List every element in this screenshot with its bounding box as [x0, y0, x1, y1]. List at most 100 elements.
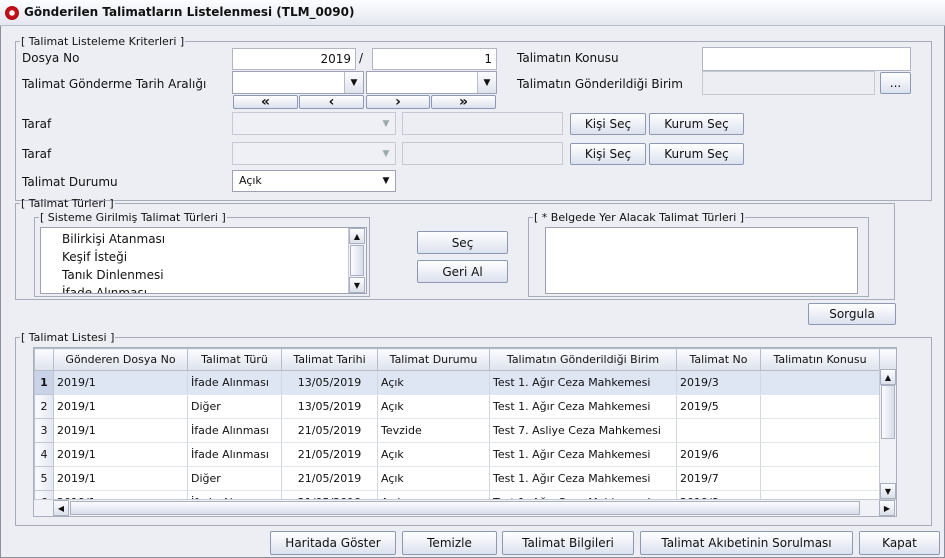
- kisi-sec-button-2[interactable]: Kişi Seç: [570, 143, 646, 165]
- system-types-scrollbar[interactable]: ▲ ▼: [348, 228, 366, 293]
- kisi-sec-button-1[interactable]: Kişi Seç: [570, 113, 646, 135]
- cell-birim[interactable]: Test 1. Ağır Ceza Mahkemesi: [489, 442, 677, 467]
- haritada-goster-button[interactable]: Haritada Göster: [270, 531, 396, 555]
- konusu-input[interactable]: [702, 47, 911, 71]
- table-vertical-scrollbar[interactable]: ▲ ▼: [879, 369, 896, 499]
- system-type-item[interactable]: İfade Alınması: [57, 284, 165, 293]
- table-row[interactable]: 1 2019/1 İfade Alınması 13/05/2019 Açık Test …: [34, 370, 896, 395]
- cell-no[interactable]: 2019/5: [676, 394, 761, 419]
- cell-tur[interactable]: İfade Alınması: [187, 370, 282, 395]
- nav-last-button[interactable]: »: [431, 94, 496, 110]
- talimat-bilgileri-button[interactable]: Talimat Bilgileri: [502, 531, 634, 555]
- cell-durum[interactable]: Açık: [377, 394, 490, 419]
- cell-no[interactable]: 2019/6: [676, 442, 761, 467]
- table-row[interactable]: 4 2019/1 İfade Alınması 21/05/2019 Açık Test …: [34, 442, 896, 467]
- column-header[interactable]: Talimat Tarihi: [281, 348, 378, 371]
- header-spacer: [879, 348, 896, 371]
- chevron-down-icon[interactable]: ▼: [344, 72, 363, 93]
- cell-tur[interactable]: Diğer: [187, 394, 282, 419]
- cell-no[interactable]: [676, 418, 761, 443]
- geri-al-button[interactable]: Geri Al: [417, 260, 508, 283]
- akibet-sorulmasi-button[interactable]: Talimat Akıbetinin Sorulması: [640, 531, 853, 555]
- scroll-left-icon[interactable]: ◀: [53, 500, 69, 516]
- scroll-right-icon[interactable]: ▶: [879, 500, 895, 516]
- cell-tarih[interactable]: 13/05/2019: [281, 370, 378, 395]
- scroll-up-icon[interactable]: ▲: [880, 369, 896, 385]
- types-legend: [ Talimat Türleri ]: [21, 197, 114, 210]
- system-type-item[interactable]: Bilirkişi Atanması: [57, 230, 165, 248]
- cell-no[interactable]: 2019/3: [676, 370, 761, 395]
- cell-birim[interactable]: Test 1. Ağır Ceza Mahkemesi: [489, 466, 677, 491]
- cell-tur[interactable]: İfade Alınması: [187, 418, 282, 443]
- cell-birim[interactable]: Test 1. Ağır Ceza Mahkemesi: [489, 370, 677, 395]
- nav-prev-button[interactable]: ‹: [299, 94, 364, 110]
- scroll-thumb[interactable]: [881, 385, 895, 439]
- horizontal-scroll-thumb[interactable]: [70, 501, 860, 515]
- system-types-items: Bilirkişi Atanması Keşif İsteği Tanık Dinl…: [57, 230, 165, 293]
- row-number[interactable]: 3: [34, 418, 54, 443]
- cell-durum[interactable]: Açık: [377, 466, 490, 491]
- sec-button[interactable]: Seç: [417, 231, 508, 254]
- chevron-down-icon[interactable]: ▼: [477, 72, 496, 93]
- cell-konu[interactable]: [760, 466, 880, 491]
- temizle-button[interactable]: Temizle: [402, 531, 497, 555]
- column-header[interactable]: Talimat Durumu: [377, 348, 490, 371]
- cell-tur[interactable]: Diğer: [187, 466, 282, 491]
- system-type-item[interactable]: Keşif İsteği: [57, 248, 165, 266]
- cell-tarih[interactable]: 21/05/2019: [281, 466, 378, 491]
- row-number[interactable]: 5: [34, 466, 54, 491]
- cell-no[interactable]: 2019/7: [676, 466, 761, 491]
- scroll-thumb[interactable]: [350, 245, 364, 276]
- cell-tarih[interactable]: 13/05/2019: [281, 394, 378, 419]
- cell-dosya[interactable]: 2019/1: [53, 394, 188, 419]
- cell-durum[interactable]: Açık: [377, 442, 490, 467]
- dosya-yil-input[interactable]: 2019: [232, 48, 356, 70]
- cell-durum[interactable]: Tevzide: [377, 418, 490, 443]
- column-header[interactable]: Talimatın Konusu: [760, 348, 880, 371]
- column-header[interactable]: Talimat No: [676, 348, 761, 371]
- cell-dosya[interactable]: 2019/1: [53, 466, 188, 491]
- scroll-down-icon[interactable]: ▼: [880, 483, 896, 499]
- system-types-list[interactable]: Bilirkişi Atanması Keşif İsteği Tanık Dinl…: [40, 227, 367, 294]
- dosya-sira-input[interactable]: 1: [372, 48, 497, 70]
- cell-dosya[interactable]: 2019/1: [53, 418, 188, 443]
- cell-konu[interactable]: [760, 418, 880, 443]
- cell-tarih[interactable]: 21/05/2019: [281, 442, 378, 467]
- row-number[interactable]: 4: [34, 442, 54, 467]
- chevron-down-icon[interactable]: ▼: [377, 171, 395, 191]
- table-row[interactable]: 2 2019/1 Diğer 13/05/2019 Açık Test 1. Ağır C…: [34, 394, 896, 419]
- cell-durum[interactable]: Açık: [377, 370, 490, 395]
- table-horizontal-scrollbar[interactable]: ◀ ▶: [34, 499, 896, 516]
- durum-combo[interactable]: Açık ▼: [232, 170, 396, 192]
- tarih-baslangic-combo[interactable]: ▼: [232, 71, 364, 94]
- cell-tur[interactable]: İfade Alınması: [187, 442, 282, 467]
- kurum-sec-button-1[interactable]: Kurum Seç: [649, 113, 744, 135]
- cell-konu[interactable]: [760, 394, 880, 419]
- nav-next-button[interactable]: ›: [366, 94, 430, 110]
- table-row[interactable]: 3 2019/1 İfade Alınması 21/05/2019 Tevzide Te…: [34, 418, 896, 443]
- system-type-item[interactable]: Tanık Dinlenmesi: [57, 266, 165, 284]
- cell-birim[interactable]: Test 7. Asliye Ceza Mahkemesi: [489, 418, 677, 443]
- row-number[interactable]: 2: [34, 394, 54, 419]
- cell-birim[interactable]: Test 1. Ağır Ceza Mahkemesi: [489, 394, 677, 419]
- cell-konu[interactable]: [760, 442, 880, 467]
- kurum-sec-button-2[interactable]: Kurum Seç: [649, 143, 744, 165]
- cell-konu[interactable]: [760, 370, 880, 395]
- table-row[interactable]: 5 2019/1 Diğer 21/05/2019 Açık Test 1. Ağır C…: [34, 466, 896, 491]
- sorgula-button[interactable]: Sorgula: [808, 303, 896, 325]
- cell-dosya[interactable]: 2019/1: [53, 370, 188, 395]
- birim-select-button[interactable]: ...: [880, 72, 911, 94]
- kapat-button[interactable]: Kapat: [859, 531, 940, 555]
- document-types-list[interactable]: [545, 227, 858, 294]
- tarih-bitis-combo[interactable]: ▼: [366, 71, 497, 94]
- nav-first-button[interactable]: «: [233, 94, 298, 110]
- birim-input: [702, 71, 875, 95]
- column-header[interactable]: Talimat Türü: [187, 348, 282, 371]
- cell-tarih[interactable]: 21/05/2019: [281, 418, 378, 443]
- scroll-down-icon[interactable]: ▼: [349, 277, 365, 293]
- column-header[interactable]: Talimatın Gönderildiği Birim: [489, 348, 677, 371]
- row-number[interactable]: 1: [34, 370, 54, 395]
- column-header[interactable]: Gönderen Dosya No: [53, 348, 188, 371]
- scroll-up-icon[interactable]: ▲: [349, 228, 365, 244]
- cell-dosya[interactable]: 2019/1: [53, 442, 188, 467]
